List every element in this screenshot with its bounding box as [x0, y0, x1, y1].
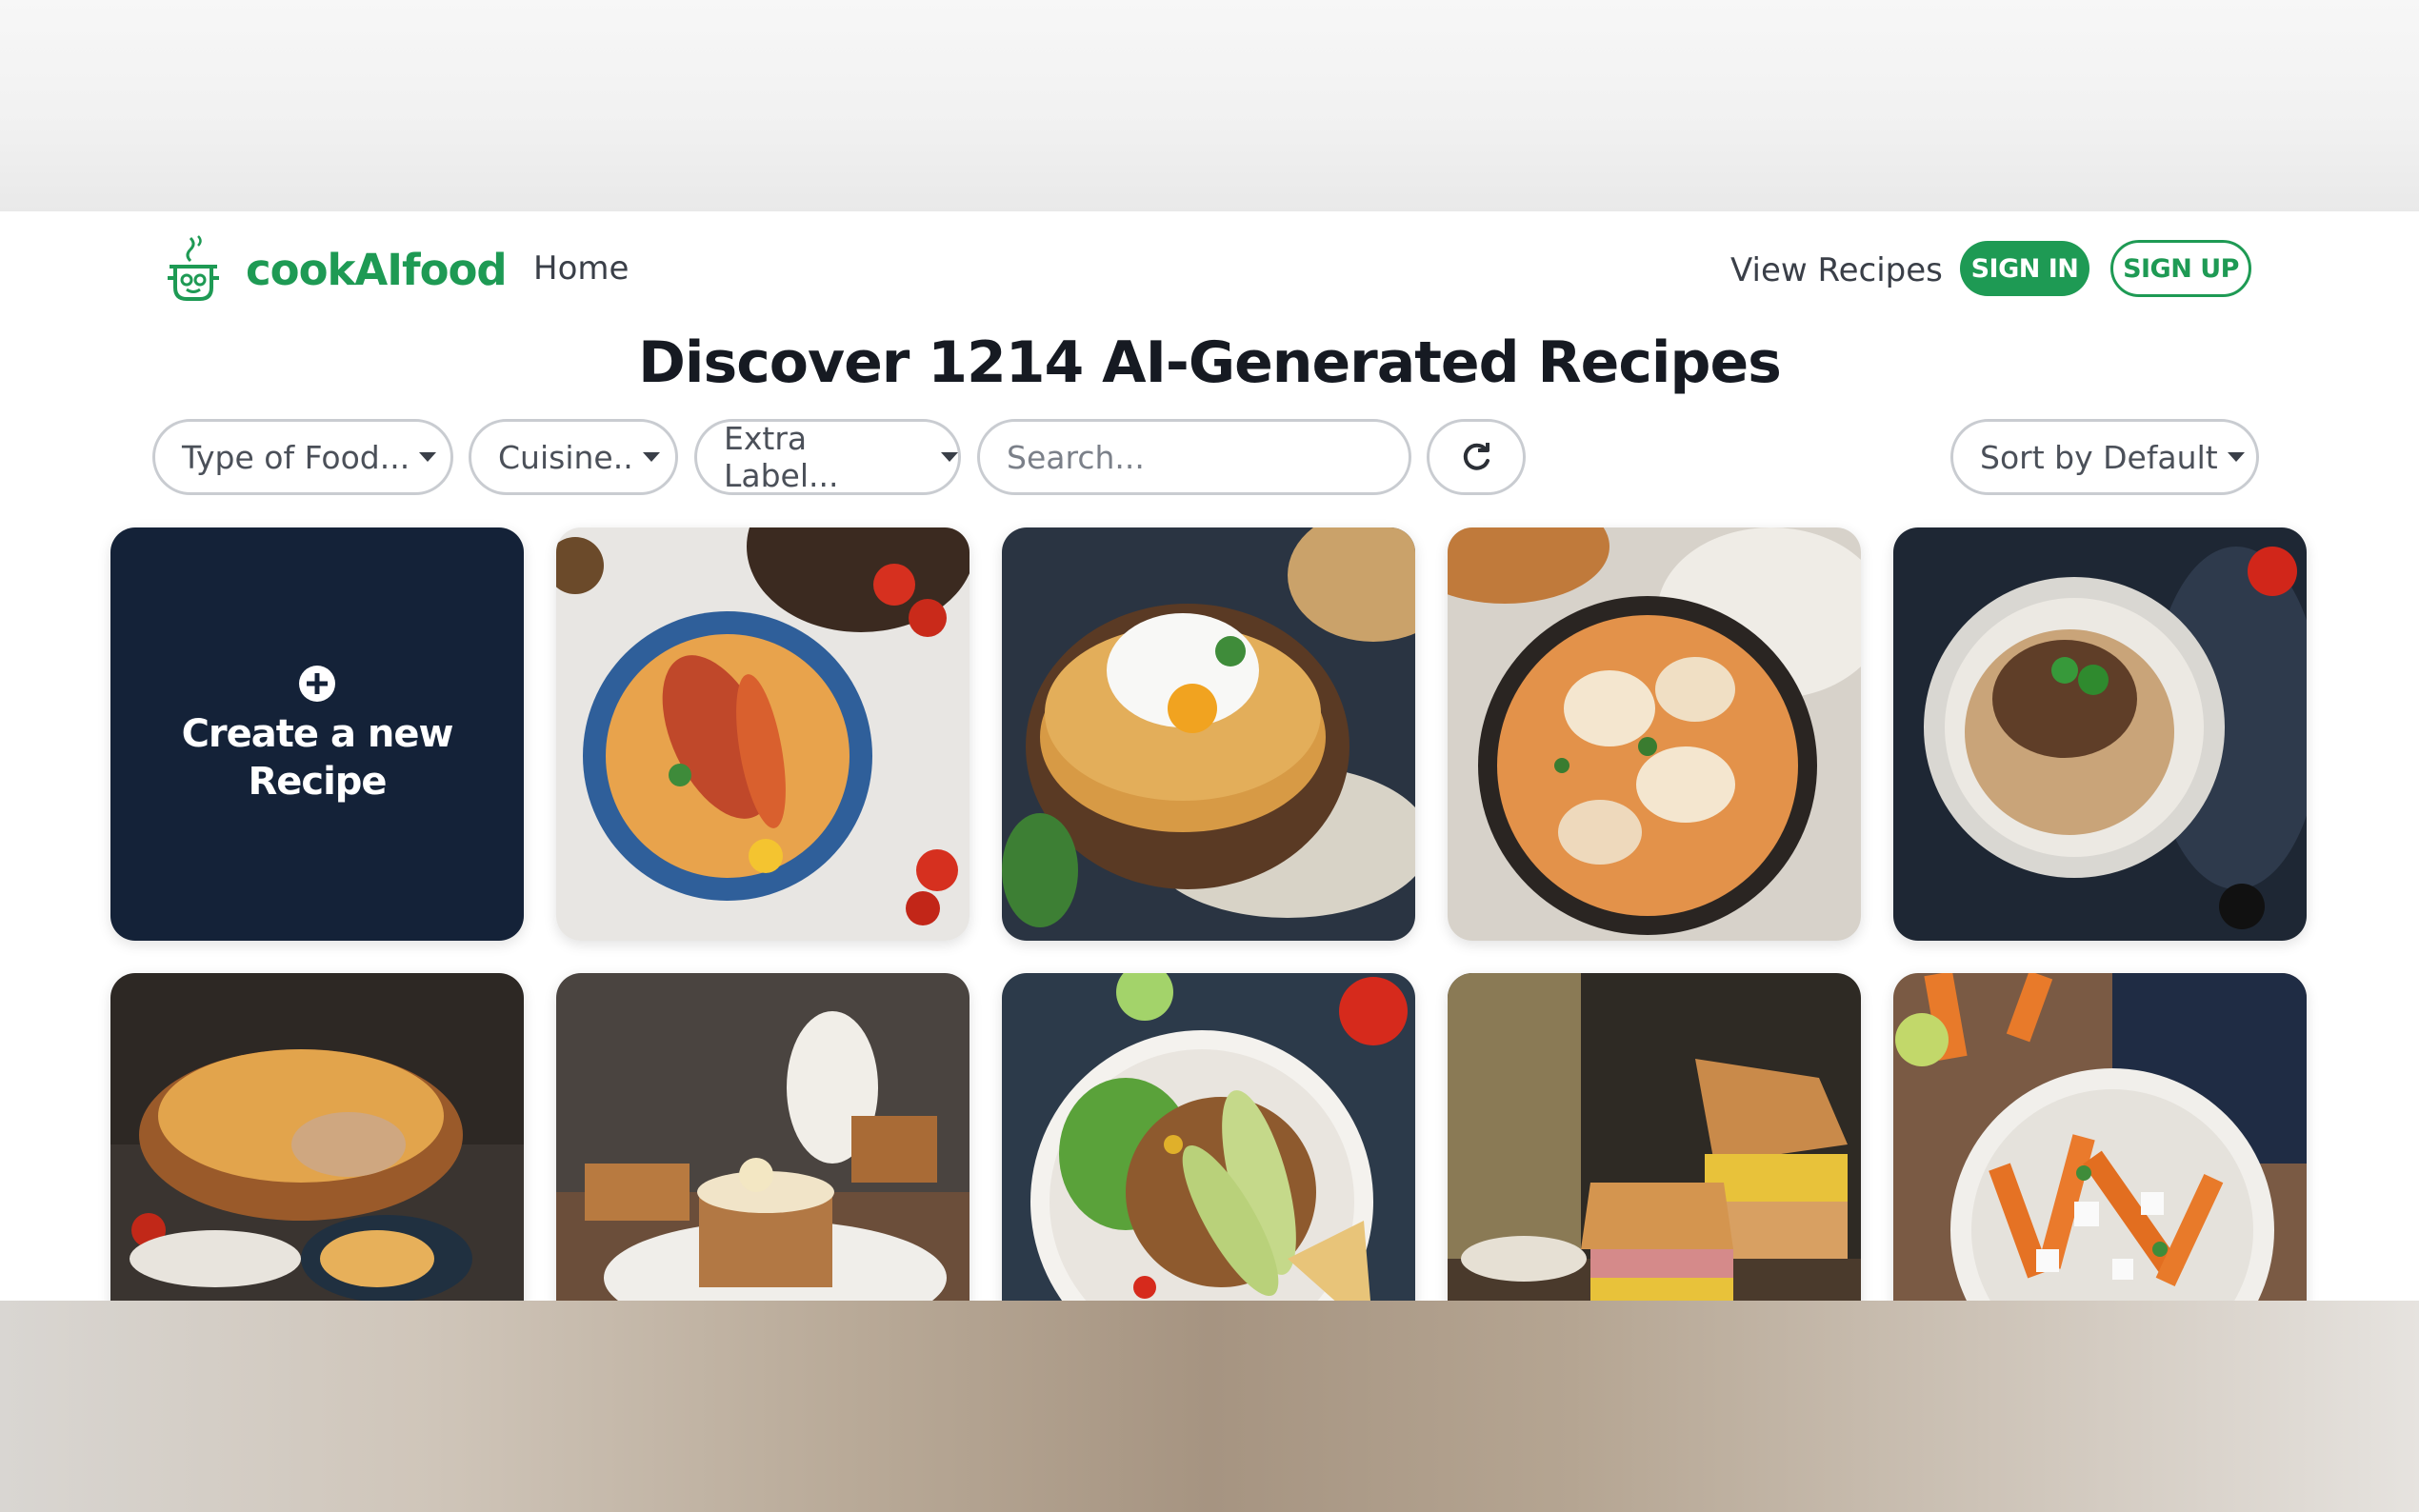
recipe-image [1002, 973, 1415, 1301]
caret-down-icon [419, 452, 437, 462]
sort-dropdown[interactable]: Sort by Default [1950, 419, 2259, 495]
recipe-card[interactable] [1002, 527, 1415, 941]
extra-label-label: Extra Label... [724, 420, 839, 494]
bottom-blurred-background [0, 1301, 2419, 1512]
recipe-card[interactable] [1002, 973, 1415, 1301]
recipe-card[interactable] [1893, 973, 2307, 1301]
brand-logo[interactable]: cookAIfood [162, 235, 508, 303]
recipe-card[interactable] [1448, 973, 1861, 1301]
nav-link-view-recipes[interactable]: View Recipes [1730, 251, 1943, 289]
recipe-image [110, 973, 524, 1301]
top-blurred-background [0, 0, 2419, 211]
recipe-image [556, 973, 970, 1301]
cuisine-dropdown[interactable]: Cuisine.. [469, 419, 678, 495]
recipe-card[interactable] [1893, 527, 2307, 941]
recipe-card[interactable] [556, 527, 970, 941]
plus-circle-icon [299, 666, 335, 702]
nav-link-home[interactable]: Home [533, 249, 629, 288]
refresh-icon [1463, 443, 1489, 470]
type-of-food-dropdown[interactable]: Type of Food... [152, 419, 453, 495]
main-page: cookAIfood Home View Recipes SIGN IN SIG… [0, 211, 2419, 1301]
sign-in-button[interactable]: SIGN IN [1960, 241, 2089, 296]
recipe-image [1893, 973, 2307, 1301]
search-input[interactable]: Search... [977, 419, 1411, 495]
recipe-image [1002, 527, 1415, 941]
caret-down-icon [2227, 452, 2245, 462]
recipe-image [1448, 527, 1861, 941]
sort-label: Sort by Default [1980, 438, 2218, 476]
recipe-image [1448, 973, 1861, 1301]
cuisine-label: Cuisine.. [498, 438, 633, 476]
recipe-card[interactable] [110, 973, 524, 1301]
chef-robot-logo-icon [168, 235, 219, 301]
navbar: cookAIfood Home View Recipes SIGN IN SIG… [0, 211, 2419, 326]
recipe-card[interactable] [556, 973, 970, 1301]
recipe-image [556, 527, 970, 941]
caret-down-icon [642, 452, 660, 462]
recipe-card[interactable] [1448, 527, 1861, 941]
caret-down-icon [941, 452, 958, 462]
page-title: Discover 1214 AI-Generated Recipes [638, 329, 1782, 396]
brand-name: cookAIfood [246, 244, 508, 295]
extra-label-dropdown[interactable]: Extra Label... [694, 419, 961, 495]
recipe-image [1893, 527, 2307, 941]
create-recipe-tile[interactable]: Create a new Recipe [110, 527, 524, 941]
create-recipe-label: Create a new Recipe [181, 712, 454, 804]
sign-up-button[interactable]: SIGN UP [2110, 240, 2251, 297]
type-of-food-label: Type of Food... [182, 438, 410, 476]
refresh-button[interactable] [1427, 419, 1526, 495]
